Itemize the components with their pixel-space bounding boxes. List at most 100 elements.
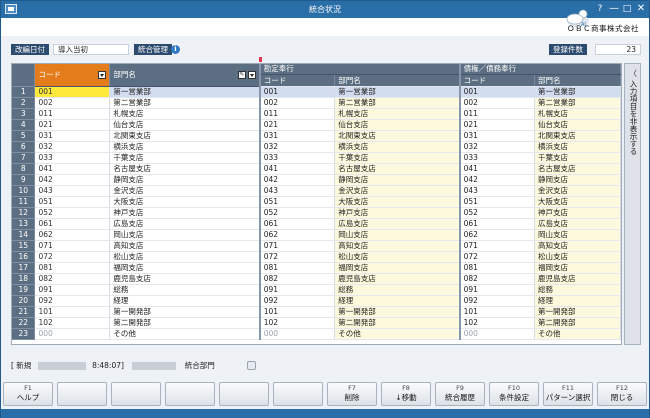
table-row[interactable]: 14 062 岡山支店 062 岡山支店 062 岡山支店	[12, 229, 621, 241]
maximize-icon[interactable]: □	[620, 3, 634, 16]
name-cell[interactable]: 第二営業部	[109, 97, 261, 109]
table-row[interactable]: 23 000 その他 000 その他 000 その他	[12, 328, 621, 340]
code-cell[interactable]: 071	[34, 240, 111, 252]
code-cell[interactable]: 032	[34, 141, 111, 153]
kanjo-code-cell[interactable]: 042	[259, 174, 336, 186]
kanjo-code-cell[interactable]: 043	[259, 185, 336, 197]
code-cell[interactable]: 021	[34, 119, 111, 131]
code-cell[interactable]: 042	[34, 174, 111, 186]
saiken-name-cell[interactable]: 千葉支店	[534, 152, 621, 164]
table-row[interactable]: 5 031 北関東支店 031 北関東支店 031 北関東支店	[12, 130, 621, 142]
fkey-button-2[interactable]	[57, 382, 107, 406]
saiken-name-cell[interactable]: 広島支店	[534, 218, 621, 230]
kanjo-code-cell[interactable]: 091	[259, 284, 336, 296]
name-cell[interactable]: 松山支店	[109, 251, 261, 263]
saiken-code-cell[interactable]: 092	[459, 295, 536, 307]
kanjo-name-cell[interactable]: 松山支店	[334, 251, 461, 263]
saiken-name-cell[interactable]: 第一営業部	[534, 86, 621, 98]
name-cell[interactable]: 北関東支店	[109, 130, 261, 142]
kanjo-code-cell[interactable]: 072	[259, 251, 336, 263]
saiken-code-cell[interactable]: 052	[459, 207, 536, 219]
name-cell[interactable]: 総務	[109, 284, 261, 296]
integration-grid[interactable]: コード 部門名 ✎ 勘定奉行 債権／債務奉行 コード 部門名 コード 部門名 10…	[11, 63, 622, 345]
saiken-code-cell[interactable]: 061	[459, 218, 536, 230]
code-cell[interactable]: 052	[34, 207, 111, 219]
kanjo-code-cell[interactable]: 082	[259, 273, 336, 285]
fkey-button-4[interactable]	[165, 382, 215, 406]
kanjo-name-cell[interactable]: 鹿児島支店	[334, 273, 461, 285]
saiken-code-cell[interactable]: 042	[459, 174, 536, 186]
kanjo-name-cell[interactable]: その他	[334, 328, 461, 340]
saiken-name-cell[interactable]: 経理	[534, 295, 621, 307]
fkey-button-3[interactable]	[111, 382, 161, 406]
name-cell[interactable]: 第二開発部	[109, 317, 261, 329]
saiken-code-cell[interactable]: 102	[459, 317, 536, 329]
kanjo-name-cell[interactable]: 岡山支店	[334, 229, 461, 241]
name-cell[interactable]: 横浜支店	[109, 141, 261, 153]
code-cell[interactable]: 072	[34, 251, 111, 263]
kanjo-name-cell[interactable]: 北関東支店	[334, 130, 461, 142]
saiken-name-cell[interactable]: 鹿児島支店	[534, 273, 621, 285]
fkey-button-8[interactable]: F8 ↓移動	[381, 382, 431, 406]
kanjo-name-cell[interactable]: 静岡支店	[334, 174, 461, 186]
close-icon[interactable]: ✕	[634, 3, 648, 16]
saiken-code-cell[interactable]: 082	[459, 273, 536, 285]
name-cell[interactable]: 静岡支店	[109, 174, 261, 186]
kanjo-code-cell[interactable]: 032	[259, 141, 336, 153]
table-row[interactable]: 15 071 高知支店 071 高知支店 071 高知支店	[12, 240, 621, 252]
kanjo-name-cell[interactable]: 札幌支店	[334, 108, 461, 120]
kanjo-code-cell[interactable]: 062	[259, 229, 336, 241]
saiken-code-cell[interactable]: 043	[459, 185, 536, 197]
name-cell[interactable]: 大阪支店	[109, 196, 261, 208]
name-cell[interactable]: 第一開発部	[109, 306, 261, 318]
code-sort-dropdown-icon[interactable]	[98, 71, 107, 80]
table-row[interactable]: 21 101 第一開発部 101 第一開発部 101 第一開発部	[12, 306, 621, 318]
code-column-header[interactable]: コード	[34, 64, 111, 87]
code-cell[interactable]: 062	[34, 229, 111, 241]
edit-pencil-icon[interactable]: ✎	[237, 71, 246, 80]
saiken-name-cell[interactable]: 高知支店	[534, 240, 621, 252]
kanjo-code-cell[interactable]: 052	[259, 207, 336, 219]
table-row[interactable]: 22 102 第二開発部 102 第二開発部 102 第二開発部	[12, 317, 621, 329]
code-cell[interactable]: 031	[34, 130, 111, 142]
kanjo-code-cell[interactable]: 021	[259, 119, 336, 131]
name-cell[interactable]: 経理	[109, 295, 261, 307]
saiken-name-cell[interactable]: 北関東支店	[534, 130, 621, 142]
saiken-code-cell[interactable]: 101	[459, 306, 536, 318]
table-row[interactable]: 4 021 仙台支店 021 仙台支店 021 仙台支店	[12, 119, 621, 131]
saiken-name-cell[interactable]: 仙台支店	[534, 119, 621, 131]
kanjo-name-cell[interactable]: 広島支店	[334, 218, 461, 230]
revision-date-field[interactable]: 導入当初	[53, 44, 129, 55]
kanjo-name-cell[interactable]: 仙台支店	[334, 119, 461, 131]
integration-management-button[interactable]: 統合管理	[134, 44, 172, 55]
kanjo-code-cell[interactable]: 101	[259, 306, 336, 318]
saiken-code-cell[interactable]: 031	[459, 130, 536, 142]
table-row[interactable]: 9 042 静岡支店 042 静岡支店 042 静岡支店	[12, 174, 621, 186]
name-cell[interactable]: 鹿児島支店	[109, 273, 261, 285]
name-cell[interactable]: 岡山支店	[109, 229, 261, 241]
kanjo-name-cell[interactable]: 高知支店	[334, 240, 461, 252]
kanjo-name-cell[interactable]: 福岡支店	[334, 262, 461, 274]
kanjo-code-cell[interactable]: 051	[259, 196, 336, 208]
kanjo-code-cell[interactable]: 071	[259, 240, 336, 252]
kanjo-code-cell[interactable]: 092	[259, 295, 336, 307]
kanjo-code-cell[interactable]: 011	[259, 108, 336, 120]
name-column-header[interactable]: 部門名 ✎	[109, 64, 261, 87]
saiken-name-cell[interactable]: その他	[534, 328, 621, 340]
code-cell[interactable]: 102	[34, 317, 111, 329]
kanjo-name-cell[interactable]: 総務	[334, 284, 461, 296]
code-cell[interactable]: 092	[34, 295, 111, 307]
kanjo-code-cell[interactable]: 031	[259, 130, 336, 142]
saiken-name-cell[interactable]: 静岡支店	[534, 174, 621, 186]
code-cell[interactable]: 000	[34, 328, 111, 340]
kanjo-code-cell[interactable]: 061	[259, 218, 336, 230]
column-split-marker[interactable]	[259, 57, 262, 62]
code-cell[interactable]: 041	[34, 163, 111, 175]
saiken-name-cell[interactable]: 第二営業部	[534, 97, 621, 109]
table-row[interactable]: 8 041 名古屋支店 041 名古屋支店 041 名古屋支店	[12, 163, 621, 175]
table-row[interactable]: 1 001 第一営業部 001 第一営業部 001 第一営業部	[12, 86, 621, 98]
saiken-code-cell[interactable]: 011	[459, 108, 536, 120]
name-cell[interactable]: 高知支店	[109, 240, 261, 252]
fkey-button-12[interactable]: F12 閉じる	[597, 382, 647, 406]
input-items-toggle-panel[interactable]: 〈 入力項目を非表示する	[624, 63, 641, 345]
